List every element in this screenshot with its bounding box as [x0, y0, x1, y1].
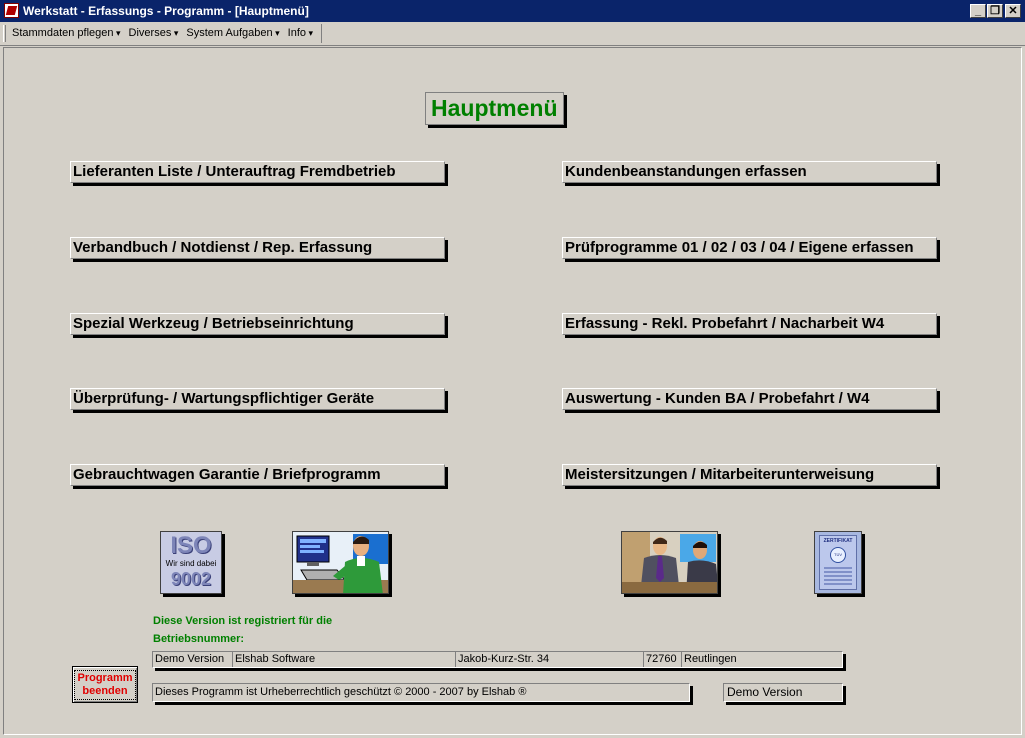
menu-list: Stammdaten pflegen Diverses System Aufga…: [8, 24, 323, 43]
version-box: Demo Version: [723, 683, 843, 702]
license-street: Jakob-Kurz-Str. 34: [455, 652, 643, 667]
nav-button-gebrauchtwagen[interactable]: Gebrauchtwagen Garantie / Briefprogramm: [70, 464, 445, 486]
nav-button-lieferanten[interactable]: Lieferanten Liste / Unterauftrag Fremdbe…: [70, 161, 445, 183]
license-info-row: Demo Version Elshab Software Jakob-Kurz-…: [152, 651, 843, 668]
tuev-seal-icon: TÜV: [830, 547, 846, 563]
iso-9002-logo: ISO Wir sind dabei 9002: [160, 531, 222, 594]
business-meeting-illustration: [621, 531, 718, 594]
exit-program-label: Programm beenden: [74, 669, 136, 700]
close-button[interactable]: ✕: [1005, 4, 1021, 18]
computer-worker-illustration: [292, 531, 389, 594]
app-icon[interactable]: [4, 3, 19, 18]
computer-worker-icon: [293, 532, 388, 593]
registration-text: Diese Version ist registriert für die: [153, 615, 333, 627]
nav-button-verbandbuch[interactable]: Verbandbuch / Notdienst / Rep. Erfassung: [70, 237, 445, 259]
restore-button[interactable]: ❐: [987, 4, 1003, 18]
nav-button-probefahrt-erfassung[interactable]: Erfassung - Rekl. Probefahrt / Nacharbei…: [562, 313, 937, 335]
copyright-notice: Dieses Programm ist Urheberrechtlich ges…: [152, 683, 690, 702]
nav-button-wartung[interactable]: Überprüfung- / Wartungspflichtiger Gerät…: [70, 388, 445, 410]
certificate-header: ZERTIFIKAT: [823, 538, 853, 544]
menu-system-aufgaben[interactable]: System Aufgaben: [182, 24, 283, 43]
minimize-button[interactable]: _: [970, 4, 986, 18]
toolbar-grip[interactable]: [3, 25, 6, 42]
iso-logo-text: ISO: [170, 532, 212, 559]
page-title: Hauptmenü: [425, 92, 564, 125]
license-zip: 72760: [643, 652, 681, 667]
nav-button-kundenbeanstandungen[interactable]: Kundenbeanstandungen erfassen: [562, 161, 937, 183]
license-company: Elshab Software: [232, 652, 455, 667]
business-meeting-icon: [622, 532, 717, 593]
window-title: Werkstatt - Erfassungs - Programm - [Hau…: [23, 4, 309, 18]
license-name: Demo Version: [155, 653, 225, 665]
certificate-image: ZERTIFIKAT TÜV: [814, 531, 862, 594]
iso-logo-subtext: Wir sind dabei: [165, 559, 217, 568]
nav-button-pruefprogramme[interactable]: Prüfprogramme 01 / 02 / 03 / 04 / Eigene…: [562, 237, 937, 259]
nav-button-spezial-werkzeug[interactable]: Spezial Werkzeug / Betriebseinrichtung: [70, 313, 445, 335]
menu-bar: Stammdaten pflegen Diverses System Aufga…: [0, 22, 1025, 46]
nav-button-meistersitzungen[interactable]: Meistersitzungen / Mitarbeiterunterweisu…: [562, 464, 937, 486]
menu-stammdaten[interactable]: Stammdaten pflegen: [8, 24, 125, 43]
title-bar[interactable]: Werkstatt - Erfassungs - Programm - [Hau…: [0, 0, 1025, 22]
nav-button-auswertung[interactable]: Auswertung - Kunden BA / Probefahrt / W4: [562, 388, 937, 410]
license-city: Reutlingen: [681, 652, 842, 667]
menu-diverses[interactable]: Diverses: [125, 24, 183, 43]
exit-program-button[interactable]: Programm beenden: [72, 666, 138, 703]
menu-info[interactable]: Info: [284, 24, 317, 43]
iso-logo-number: 9002: [170, 569, 212, 589]
registration-label: Betriebsnummer:: [153, 633, 245, 645]
